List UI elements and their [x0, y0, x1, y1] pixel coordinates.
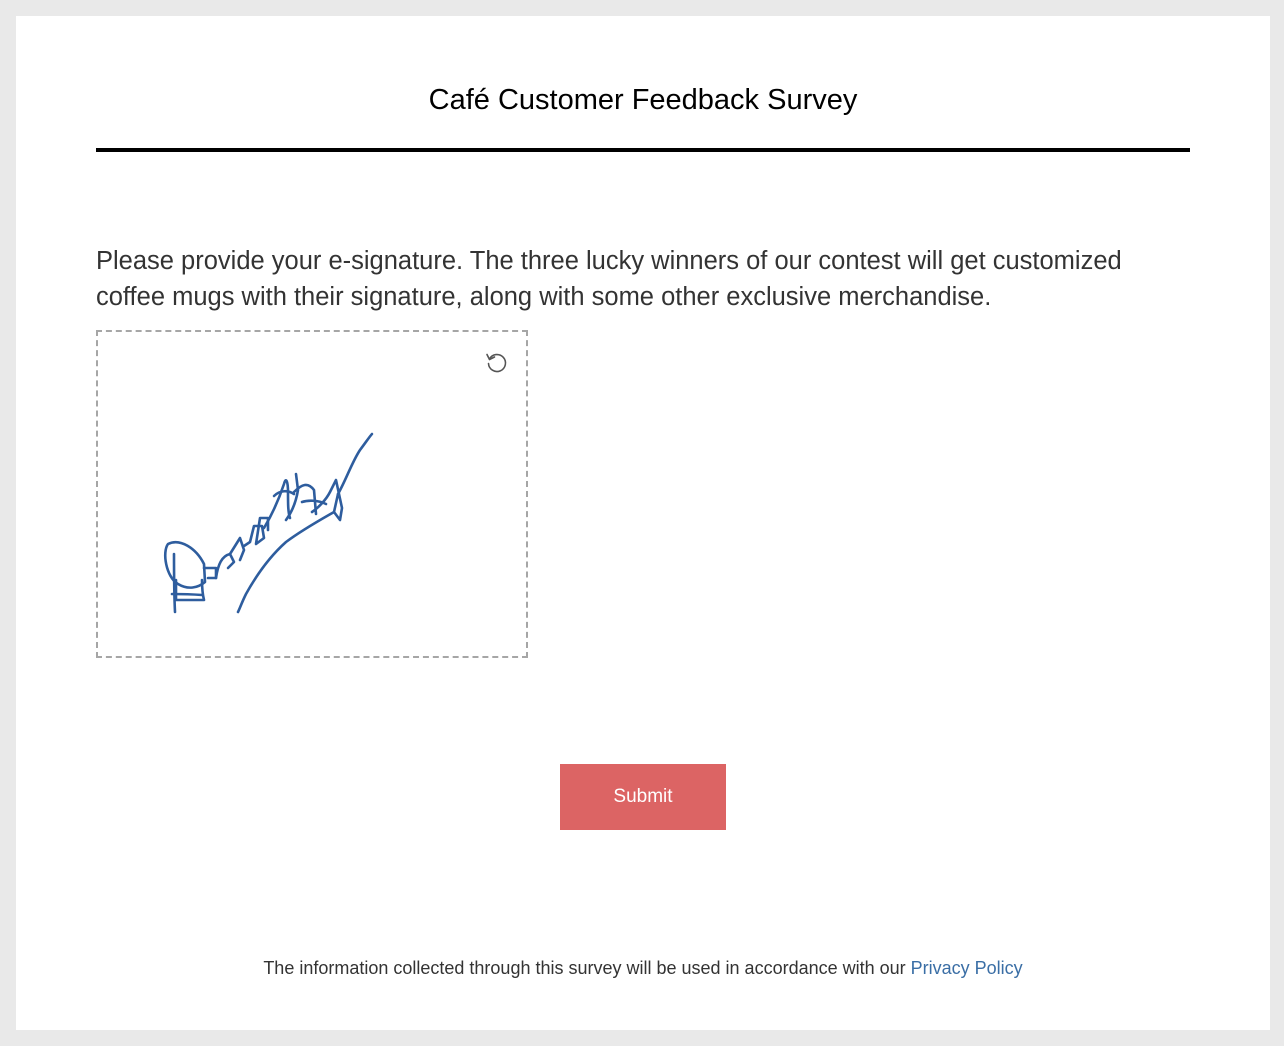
rotate-ccw-icon	[486, 353, 507, 373]
privacy-policy-link[interactable]: Privacy Policy	[911, 958, 1023, 978]
privacy-footer-text: The information collected through this s…	[263, 958, 911, 978]
reset-signature-button[interactable]	[485, 350, 509, 374]
survey-title: Café Customer Feedback Survey	[428, 84, 858, 116]
signature-question-text: Please provide your e-signature. The thr…	[96, 247, 1122, 311]
signature-drawing	[164, 432, 374, 614]
submit-button[interactable]: Submit	[560, 764, 726, 830]
signature-pad[interactable]	[96, 330, 528, 658]
survey-card: Café Customer Feedback Survey Please pro…	[16, 16, 1270, 1030]
title-divider	[96, 148, 1190, 152]
privacy-footer: The information collected through this s…	[16, 956, 1270, 980]
